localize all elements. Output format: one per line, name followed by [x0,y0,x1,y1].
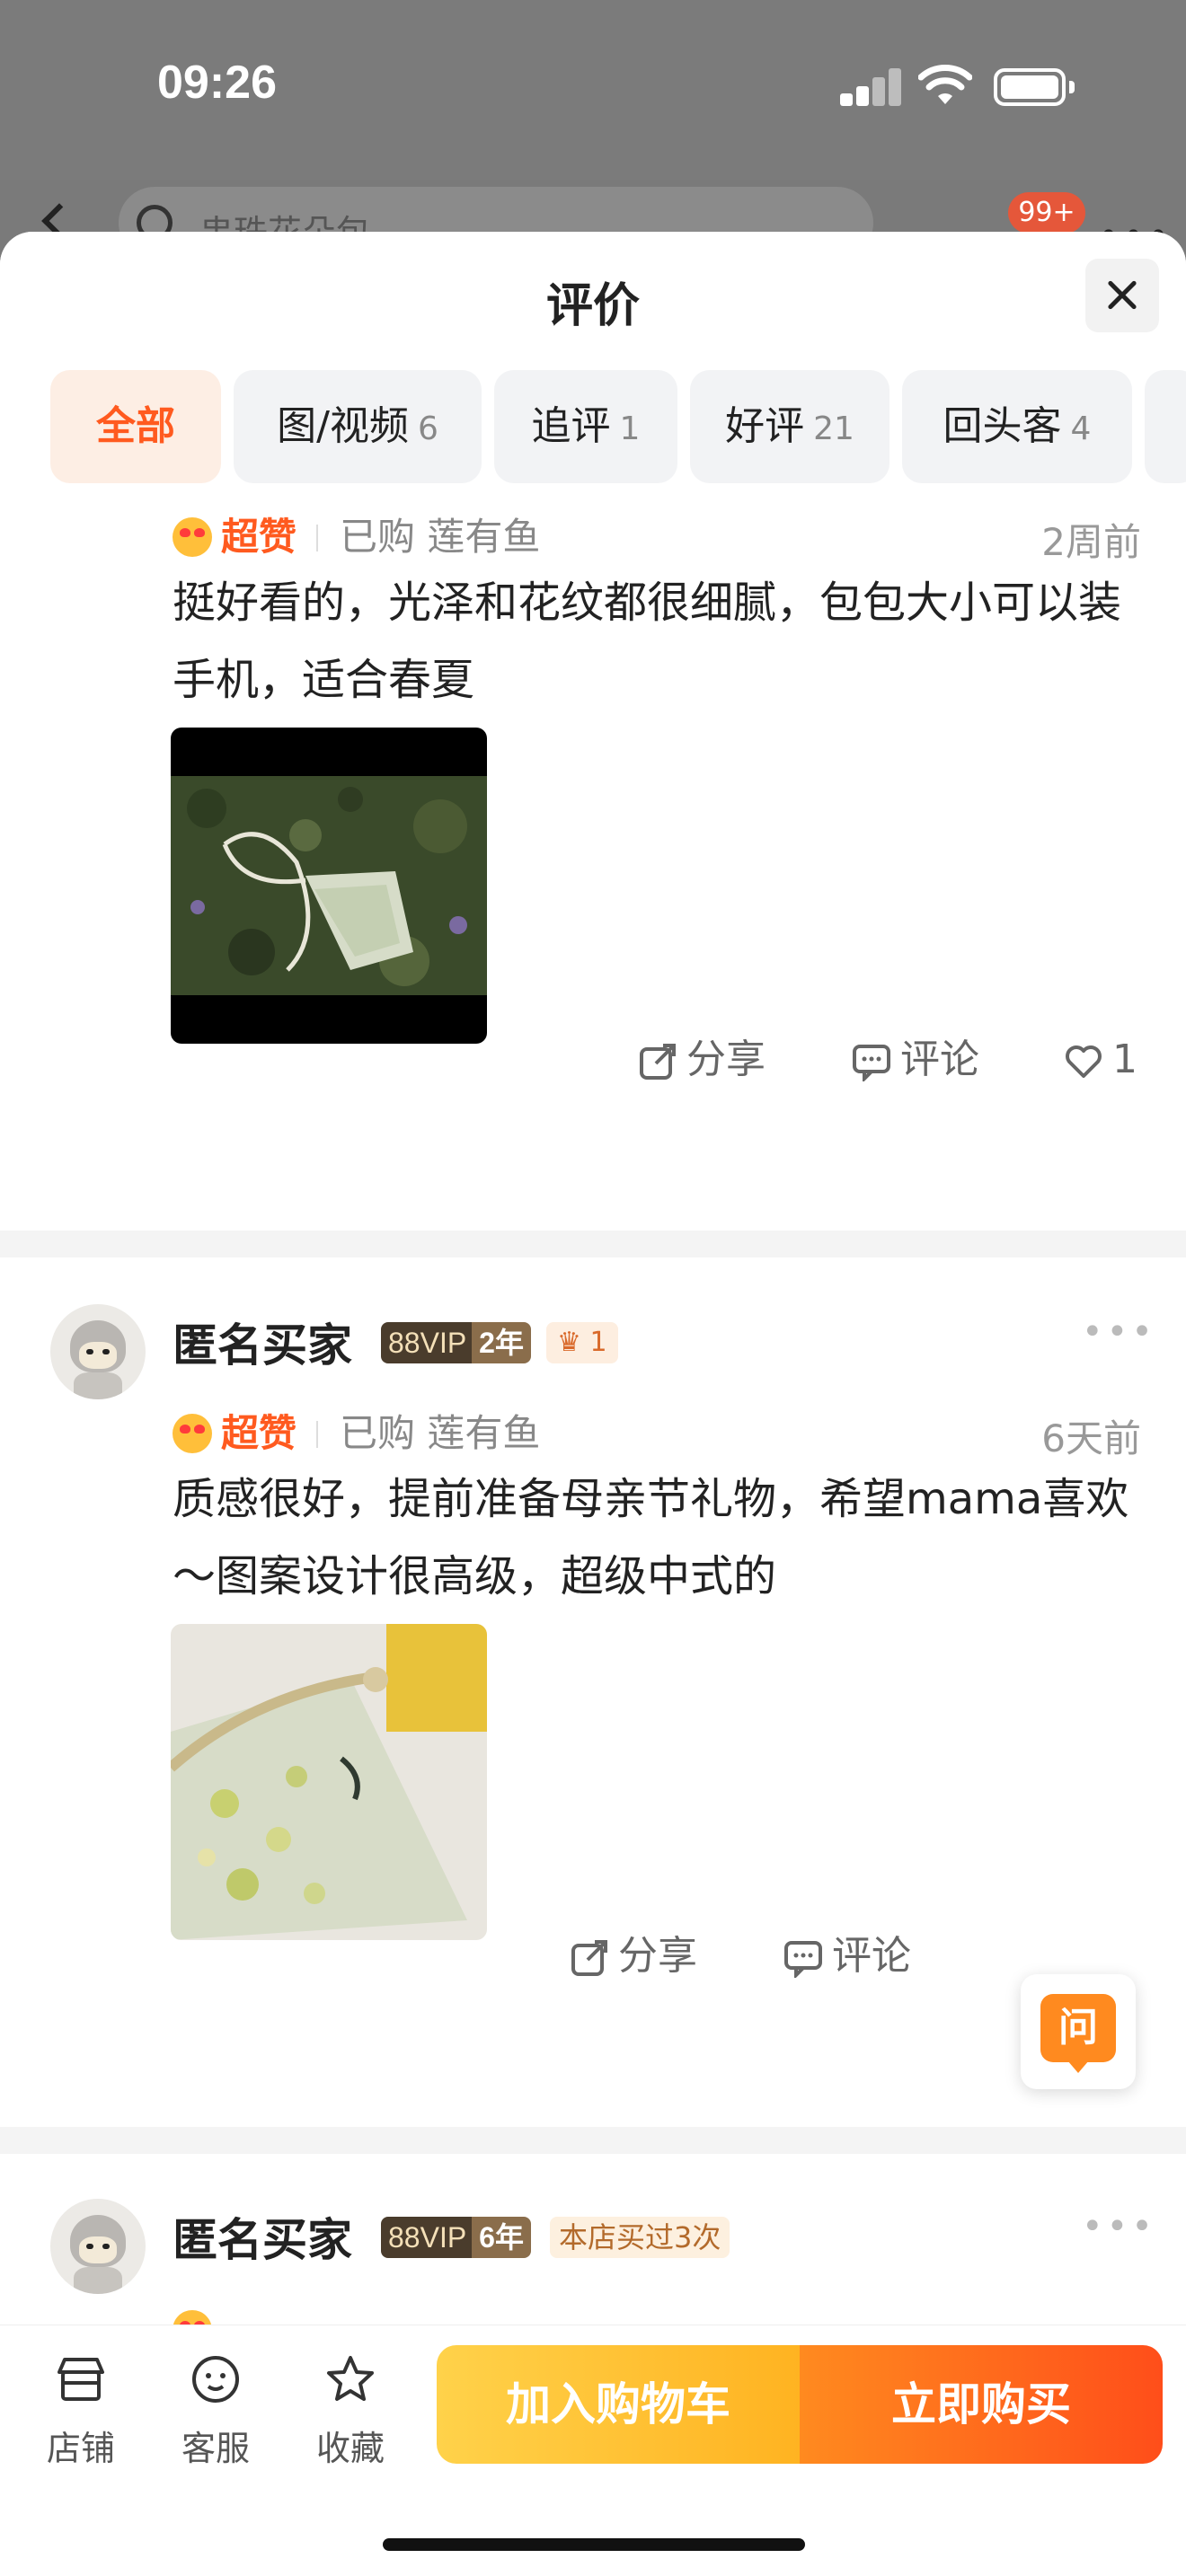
favorite-label: 收藏 [315,2429,385,2468]
ask-question-button[interactable]: 问 [1021,1974,1136,2089]
chat-face-icon [192,2356,239,2403]
close-button[interactable] [1085,259,1159,332]
tab-label: 回头客 [943,403,1062,449]
avatar[interactable] [50,2199,146,2294]
signal-icon [840,68,901,106]
tab-media[interactable]: 图/视频 6 [234,370,482,483]
comment-label: 评论 [832,1933,911,1979]
tab-label: 好评 [725,403,805,449]
wifi-icon [918,65,972,104]
review-sheet: 评价 全部 图/视频 6 追评 1 好评 21 回头客 4 超赞 已购 莲有鱼 … [0,232,1186,2576]
share-label: 分享 [618,1933,697,1979]
vip-badge: 88VIP 6年 [381,2217,531,2258]
more-options-icon[interactable]: ••• [1082,2206,1156,2247]
heart-icon [1066,1045,1102,1078]
tab-count: 6 [417,410,438,447]
review-actions: 分享 评论 [570,1929,1019,1983]
rating-row: 超赞 已购 莲有鱼 [173,512,1071,562]
cart-badge: 99+ [1008,192,1085,234]
review-photo[interactable] [171,728,487,1044]
like-count: 1 [1112,1037,1137,1082]
review-card: 匿名买家 88VIP 2年 ♛ 1 ••• 超赞 已购 莲有鱼 6天前 质感很好，… [0,1257,1186,2127]
customer-service-button[interactable]: 客服 [162,2352,270,2470]
sheet-header: 评价 全部 图/视频 6 追评 1 好评 21 回头客 4 [0,232,1186,492]
repeat-buyer-badge: 本店买过3次 [550,2217,730,2258]
service-label: 客服 [181,2429,250,2468]
review-card: 超赞 已购 莲有鱼 2周前 挺好看的，光泽和花纹都很细腻，包包大小可以装手机，适… [0,492,1186,1231]
tab-label: 图/视频 [277,403,409,449]
status-bar: 09:26 [0,0,1186,180]
rating-label: 超赞 [221,515,297,559]
tab-more[interactable] [1145,370,1186,483]
favorite-button[interactable]: 收藏 [296,2352,404,2470]
tab-label: 全部 [96,403,175,449]
tab-followup[interactable]: 追评 1 [494,370,677,483]
username: 匿名买家 [173,1319,352,1372]
review-time: 2周前 [1041,520,1141,564]
shop-button[interactable]: 店铺 [27,2352,135,2470]
tab-count: 21 [813,410,854,447]
share-button[interactable]: 分享 [570,1929,697,1983]
star-icon [327,2356,374,2401]
vip-badge: 88VIP 2年 [381,1322,531,1363]
status-time: 09:26 [157,57,277,109]
purchased-variant: 已购 莲有鱼 [340,515,541,559]
comment-label: 评论 [900,1037,979,1082]
share-icon [640,1044,676,1080]
more-options-icon[interactable]: ••• [1082,1311,1156,1353]
add-to-cart-button[interactable]: 加入购物车 [437,2345,800,2464]
share-button[interactable]: 分享 [638,1033,766,1087]
ask-icon: 问 [1040,1994,1116,2062]
review-photo[interactable] [171,1624,487,1940]
comment-icon [784,1941,822,1978]
crown-badge: ♛ 1 [546,1322,618,1363]
review-content: 挺好看的，光泽和花纹都很细腻，包包大小可以装手机，适合春夏 [173,578,1122,705]
comment-button[interactable]: 评论 [852,1033,979,1087]
store-icon [58,2358,104,2401]
share-icon [571,1940,607,1976]
avatar[interactable] [50,1304,146,1399]
comment-icon [853,1045,890,1081]
share-label: 分享 [686,1037,766,1082]
tab-positive[interactable]: 好评 21 [690,370,890,483]
username: 匿名买家 [173,2214,352,2266]
tab-returning[interactable]: 回头客 4 [902,370,1132,483]
home-indicator[interactable] [383,2538,805,2551]
like-button[interactable]: 1 [1064,1033,1137,1087]
heart-eyes-emoji-icon [173,517,212,557]
rating-row: 超赞 已购 莲有鱼 [173,1408,1071,1459]
sheet-title: 评价 [545,279,640,333]
tab-count: 4 [1070,410,1092,447]
buy-now-button[interactable]: 立即购买 [800,2345,1163,2464]
review-time: 6天前 [1041,1416,1141,1460]
comment-button[interactable]: 评论 [783,1929,911,1983]
heart-eyes-emoji-icon [173,1414,212,1453]
shop-label: 店铺 [46,2429,115,2468]
rating-label: 超赞 [221,1411,297,1455]
purchased-variant: 已购 莲有鱼 [340,1411,541,1455]
review-actions: 分享 评论 1 [638,1033,1159,1087]
tab-count: 1 [619,410,641,447]
review-content: 质感很好，提前准备母亲节礼物，希望mama喜欢～图案设计很高级，超级中式的 [173,1474,1129,1601]
tab-label: 追评 [531,403,611,449]
tab-all[interactable]: 全部 [50,370,221,483]
battery-icon [994,68,1075,106]
